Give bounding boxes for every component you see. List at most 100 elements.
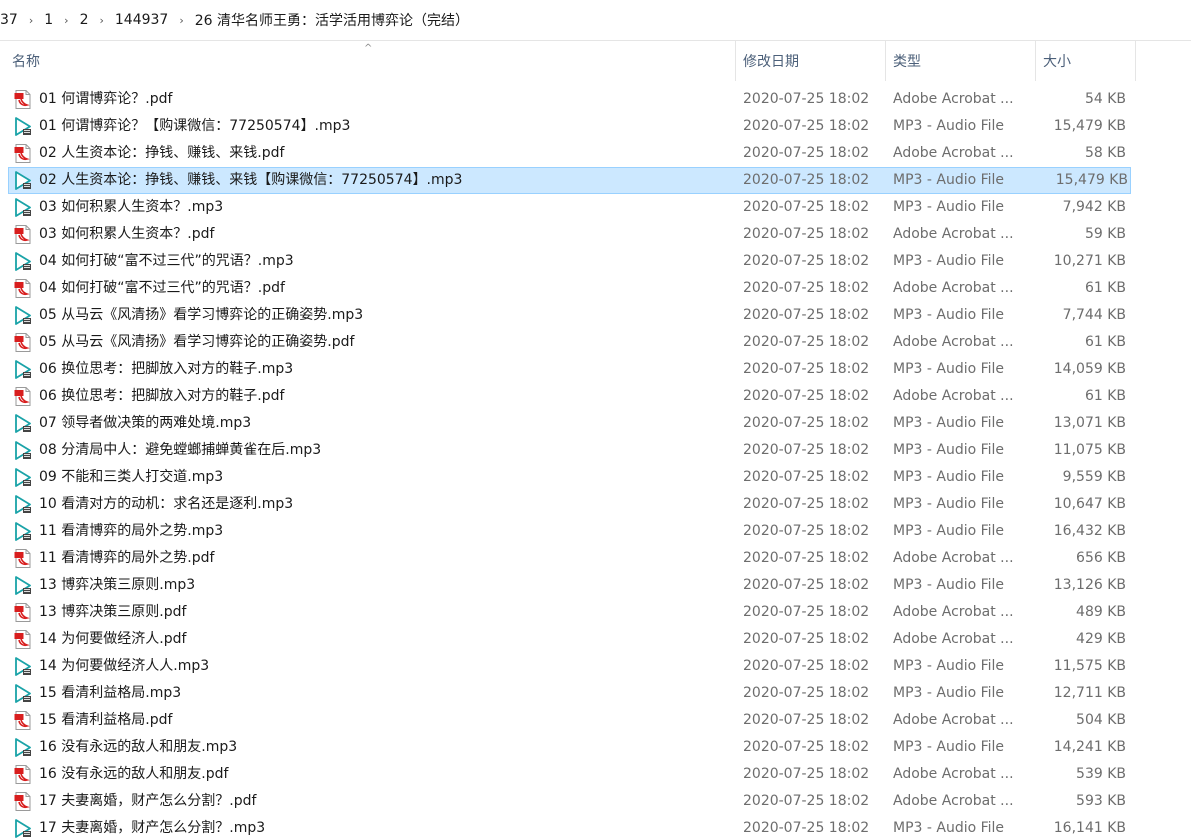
file-row[interactable]: 09 不能和三类人打交道.mp3 2020-07-25 18:02 MP3 - Au… — [0, 464, 1191, 491]
file-type: MP3 - Audio File — [893, 658, 1005, 674]
file-name: 10 看清对方的动机：求名还是逐利.mp3 — [39, 496, 294, 512]
file-size: 539 KB — [1076, 766, 1126, 782]
file-name: 02 人生资本论：挣钱、赚钱、来钱.pdf — [39, 145, 285, 161]
file-type: MP3 - Audio File — [893, 820, 1005, 836]
pdf-icon — [14, 333, 32, 352]
file-size: 61 KB — [1084, 334, 1126, 350]
mp3-icon — [14, 522, 32, 541]
breadcrumb-path: 37 › 1 › 2 › 144937 › 26 清华名师王勇：活学活用博弈论（完结） — [0, 10, 473, 30]
pdf-icon — [14, 90, 32, 109]
breadcrumb-item[interactable]: 144937 — [111, 12, 172, 28]
file-row[interactable]: 07 领导者做决策的两难处境.mp3 2020-07-25 18:02 MP3 - … — [0, 410, 1191, 437]
file-name: 01 何谓博弈论？.pdf — [39, 91, 173, 107]
file-type: MP3 - Audio File — [893, 118, 1005, 134]
file-size: 14,059 KB — [1053, 361, 1126, 377]
file-name: 01 何谓博弈论？【购课微信：77250574】.mp3 — [39, 118, 351, 134]
file-type: MP3 - Audio File — [893, 523, 1005, 539]
column-header-type-label: 类型 — [893, 54, 921, 70]
file-size: 504 KB — [1076, 712, 1126, 728]
file-row[interactable]: 03 如何积累人生资本？.mp3 2020-07-25 18:02 MP3 - Au… — [0, 194, 1191, 221]
file-type: Adobe Acrobat ... — [893, 766, 1014, 782]
pdf-icon — [14, 792, 32, 811]
file-type: Adobe Acrobat ... — [893, 712, 1014, 728]
file-size: 14,241 KB — [1053, 739, 1126, 755]
file-size: 11,075 KB — [1053, 442, 1126, 458]
file-modified-date: 2020-07-25 18:02 — [743, 442, 870, 458]
breadcrumb: 37 › 1 › 2 › 144937 › 26 清华名师王勇：活学活用博弈论（完结） — [0, 0, 1191, 41]
file-row[interactable]: 13 博弈决策三原则.pdf 2020-07-25 18:02 Adobe Acro… — [0, 599, 1191, 626]
file-row[interactable]: 05 从马云《风清扬》看学习博弈论的正确姿势.pdf 2020-07-25 18:… — [0, 329, 1191, 356]
chevron-right-icon[interactable]: › — [92, 14, 110, 27]
file-modified-date: 2020-07-25 18:02 — [743, 793, 870, 809]
breadcrumb-item[interactable]: 2 — [76, 12, 93, 28]
file-row[interactable]: 02 人生资本论：挣钱、赚钱、来钱.pdf 2020-07-25 18:02 Ado… — [0, 140, 1191, 167]
file-row[interactable]: 15 看清利益格局.pdf 2020-07-25 18:02 Adobe Acrob… — [0, 707, 1191, 734]
file-modified-date: 2020-07-25 18:02 — [743, 631, 870, 647]
file-row[interactable]: 01 何谓博弈论？【购课微信：77250574】.mp3 2020-07-25 1… — [0, 113, 1191, 140]
file-row[interactable]: 17 夫妻离婚，财产怎么分割？.pdf 2020-07-25 18:02 Adobe… — [0, 788, 1191, 815]
file-modified-date: 2020-07-25 18:02 — [743, 469, 870, 485]
chevron-right-icon[interactable]: › — [172, 14, 190, 27]
file-name: 17 夫妻离婚，财产怎么分割？.mp3 — [39, 820, 266, 836]
file-row[interactable]: 14 为何要做经济人人.mp3 2020-07-25 18:02 MP3 - Aud… — [0, 653, 1191, 680]
file-row[interactable]: 06 换位思考：把脚放入对方的鞋子.pdf 2020-07-25 18:02 Ado… — [0, 383, 1191, 410]
file-modified-date: 2020-07-25 18:02 — [743, 550, 870, 566]
mp3-icon — [14, 360, 32, 379]
mp3-icon — [14, 306, 32, 325]
file-row[interactable]: 11 看清博弈的局外之势.mp3 2020-07-25 18:02 MP3 - Au… — [0, 518, 1191, 545]
file-row[interactable]: 04 如何打破“富不过三代”的咒语？.pdf 2020-07-25 18:02 Ad… — [0, 275, 1191, 302]
file-row[interactable]: 03 如何积累人生资本？.pdf 2020-07-25 18:02 Adobe Ac… — [0, 221, 1191, 248]
file-explorer-window: 37 › 1 › 2 › 144937 › 26 清华名师王勇：活学活用博弈论（完结） 名称 ^… — [0, 0, 1191, 840]
file-row[interactable]: 08 分清局中人：避免螳螂捕蝉黄雀在后.mp3 2020-07-25 18:02 M… — [0, 437, 1191, 464]
breadcrumb-item[interactable]: 1 — [40, 12, 57, 28]
pdf-icon — [14, 765, 32, 784]
file-row[interactable]: 04 如何打破“富不过三代”的咒语？.mp3 2020-07-25 18:02 MP… — [0, 248, 1191, 275]
file-row[interactable]: 16 没有永远的敌人和朋友.pdf 2020-07-25 18:02 Adobe A… — [0, 761, 1191, 788]
file-size: 7,942 KB — [1062, 199, 1126, 215]
breadcrumb-item[interactable]: 26 清华名师王勇：活学活用博弈论（完结） — [191, 10, 473, 30]
file-name: 11 看清博弈的局外之势.pdf — [39, 550, 215, 566]
file-row[interactable]: 17 夫妻离婚，财产怎么分割？.mp3 2020-07-25 18:02 MP3 -… — [0, 815, 1191, 840]
file-modified-date: 2020-07-25 18:02 — [743, 199, 870, 215]
column-header-name[interactable]: 名称 ^ — [0, 41, 736, 81]
file-size: 15,479 KB — [1053, 118, 1126, 134]
column-header-type[interactable]: 类型 — [886, 41, 1036, 81]
file-type: MP3 - Audio File — [893, 415, 1005, 431]
file-size: 16,432 KB — [1053, 523, 1126, 539]
file-type: Adobe Acrobat ... — [893, 604, 1014, 620]
file-modified-date: 2020-07-25 18:02 — [743, 145, 870, 161]
file-name: 03 如何积累人生资本？.mp3 — [39, 199, 224, 215]
file-type: MP3 - Audio File — [893, 739, 1005, 755]
file-name: 04 如何打破“富不过三代”的咒语？.mp3 — [39, 253, 294, 269]
column-header-date[interactable]: 修改日期 — [736, 41, 886, 81]
pdf-icon — [14, 144, 32, 163]
file-name: 08 分清局中人：避免螳螂捕蝉黄雀在后.mp3 — [39, 442, 322, 458]
breadcrumb-item[interactable]: 37 — [0, 12, 22, 28]
file-size: 593 KB — [1076, 793, 1126, 809]
pdf-icon — [14, 630, 32, 649]
file-row[interactable]: 02 人生资本论：挣钱、赚钱、来钱【购课微信：77250574】.mp3 2020… — [8, 167, 1131, 194]
file-row[interactable]: 16 没有永远的敌人和朋友.mp3 2020-07-25 18:02 MP3 - A… — [0, 734, 1191, 761]
file-row[interactable]: 14 为何要做经济人.pdf 2020-07-25 18:02 Adobe Acro… — [0, 626, 1191, 653]
chevron-right-icon[interactable]: › — [22, 14, 40, 27]
file-size: 16,141 KB — [1053, 820, 1126, 836]
file-name: 05 从马云《风清扬》看学习博弈论的正确姿势.pdf — [39, 334, 355, 350]
mp3-icon — [14, 657, 32, 676]
column-header-name-label: 名称 — [12, 54, 40, 70]
file-row[interactable]: 06 换位思考：把脚放入对方的鞋子.mp3 2020-07-25 18:02 MP3… — [0, 356, 1191, 383]
file-row[interactable]: 05 从马云《风清扬》看学习博弈论的正确姿势.mp3 2020-07-25 18:… — [0, 302, 1191, 329]
column-header-size[interactable]: 大小 — [1036, 41, 1136, 81]
chevron-right-icon[interactable]: › — [57, 14, 75, 27]
pdf-icon — [14, 711, 32, 730]
file-row[interactable]: 10 看清对方的动机：求名还是逐利.mp3 2020-07-25 18:02 MP3… — [0, 491, 1191, 518]
file-name: 15 看清利益格局.mp3 — [39, 685, 182, 701]
file-modified-date: 2020-07-25 18:02 — [743, 280, 870, 296]
file-row[interactable]: 15 看清利益格局.mp3 2020-07-25 18:02 MP3 - Audio… — [0, 680, 1191, 707]
file-row[interactable]: 01 何谓博弈论？.pdf 2020-07-25 18:02 Adobe Acrob… — [0, 86, 1191, 113]
sort-ascending-icon: ^ — [364, 43, 373, 54]
file-row[interactable]: 11 看清博弈的局外之势.pdf 2020-07-25 18:02 Adobe Ac… — [0, 545, 1191, 572]
file-row[interactable]: 13 博弈决策三原则.mp3 2020-07-25 18:02 MP3 - Audi… — [0, 572, 1191, 599]
file-size: 429 KB — [1076, 631, 1126, 647]
file-modified-date: 2020-07-25 18:02 — [743, 388, 870, 404]
file-type: Adobe Acrobat ... — [893, 334, 1014, 350]
